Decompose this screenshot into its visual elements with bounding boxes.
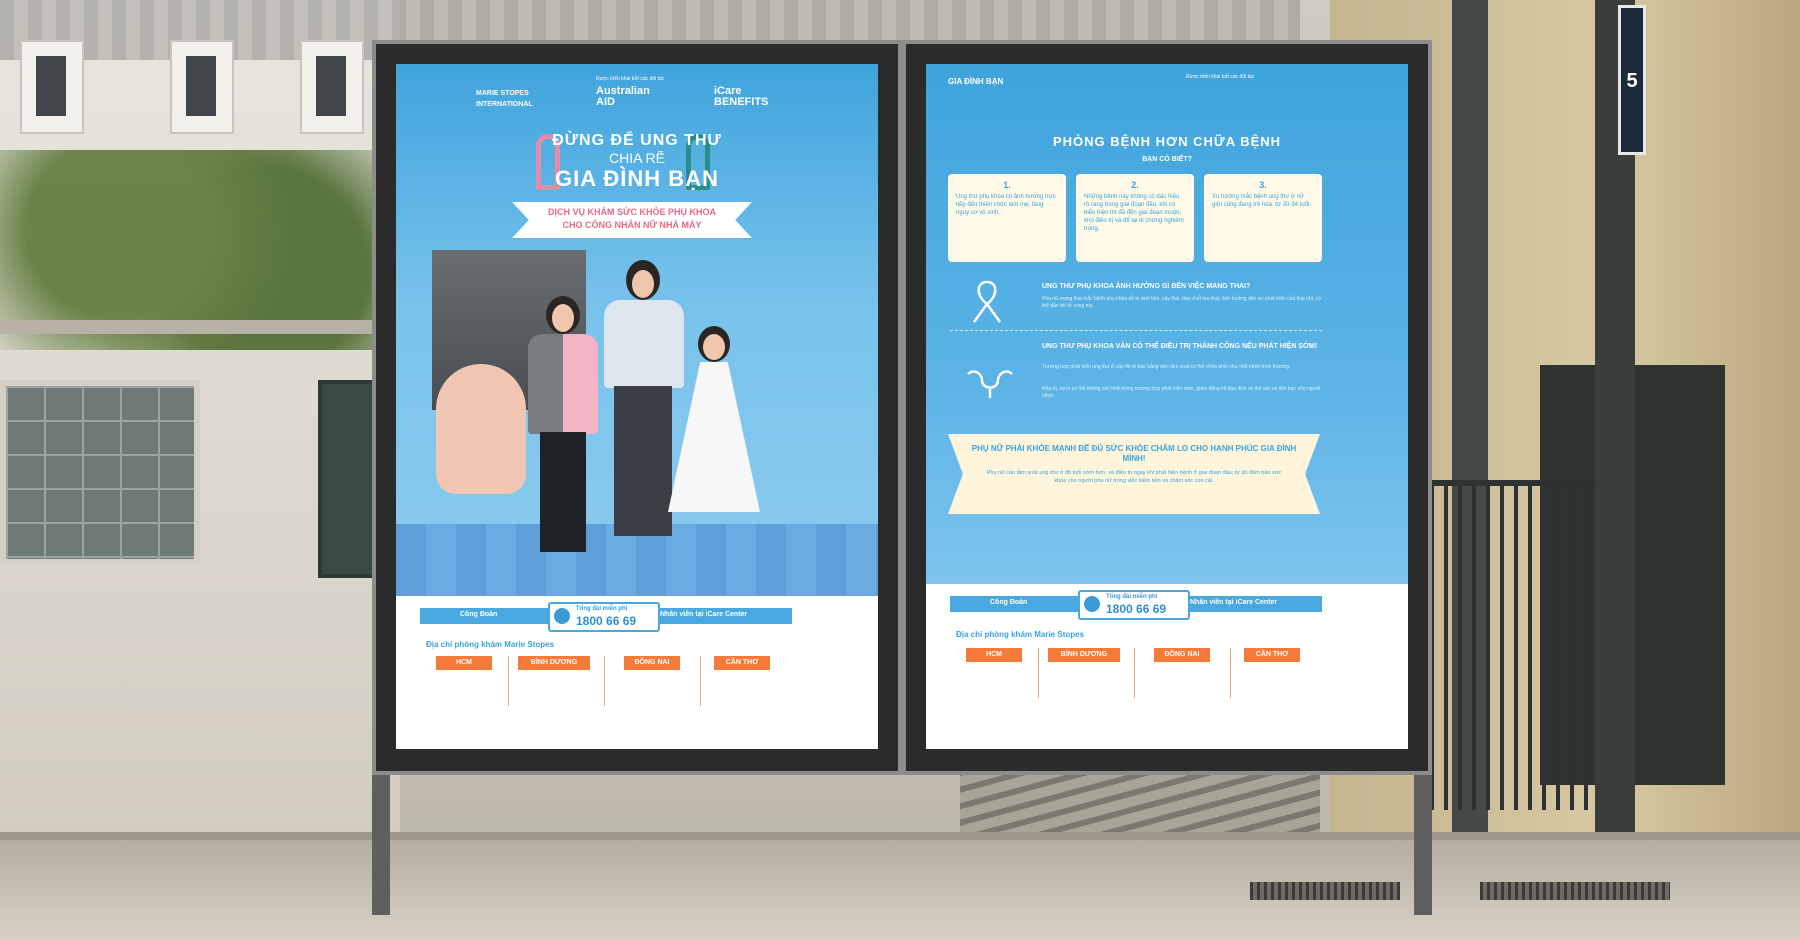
fact-number: 1. bbox=[1003, 180, 1011, 190]
banner-line-2: CHO CÔNG NHÂN NỮ NHÀ MÁY bbox=[562, 220, 702, 230]
outdoor-scene: 5 Được triển khai bởi các đối tác MARIE … bbox=[0, 0, 1800, 940]
drain-grate bbox=[1250, 882, 1400, 900]
icare-staff-label: Nhân viên tại iCare Center bbox=[1190, 599, 1278, 606]
headline-line-2: CHIA RẼ bbox=[608, 150, 665, 166]
column-divider bbox=[604, 656, 605, 706]
did-you-know: BẠN CÓ BIẾT? bbox=[1142, 156, 1192, 163]
column-divider bbox=[508, 656, 509, 706]
fact-card: 2. Những bệnh này không có dấu hiệu rõ r… bbox=[1076, 174, 1194, 262]
left-billboard-frame: Được triển khai bởi các đối tác MARIE ST… bbox=[372, 40, 902, 775]
city-dong-nai: ĐỒNG NAI bbox=[1154, 648, 1210, 662]
billboard-leg bbox=[1414, 775, 1432, 915]
metal-fence bbox=[1430, 480, 1600, 810]
drain-grate bbox=[1480, 882, 1670, 900]
hotline-label: Tổng đài miễn phí bbox=[576, 606, 628, 612]
partner-note: Được triển khai bởi các đối tác bbox=[1186, 74, 1255, 80]
pregnancy-answer: Phụ nữ mang thai mắc bệnh phụ khoa dễ bị… bbox=[1042, 296, 1321, 309]
early-detection-body-2: Hóa trị, xạ trị có thể không cần thiết t… bbox=[1042, 386, 1321, 399]
right-poster: GIA ĐÌNH BẠN Được triển khai bởi các đối… bbox=[926, 64, 1408, 749]
banner-line-1: DỊCH VỤ KHÁM SỨC KHỎE PHỤ KHOA bbox=[548, 207, 716, 217]
partner-note: Được triển khai bởi các đối tác bbox=[596, 76, 665, 82]
section-divider bbox=[950, 330, 1322, 331]
platform-number: 5 bbox=[1626, 70, 1638, 92]
city-dong-nai: ĐỒNG NAI bbox=[624, 656, 680, 670]
uterus-icon bbox=[967, 370, 1013, 398]
partner-logos: Được triển khai bởi các đối tác MARIE ST… bbox=[396, 76, 878, 116]
column-divider bbox=[1038, 648, 1039, 698]
column-divider bbox=[1134, 648, 1135, 698]
early-detection-body-1: Trường hợp phát hiện ung thư ở cấp độ tế… bbox=[1042, 364, 1291, 370]
callout-body: Phụ nữ cần tầm soát ung thư ở độ tuổi sớ… bbox=[986, 470, 1282, 484]
fact-text: Xu hướng mắc bệnh ung thư ở nữ giới cũng… bbox=[1212, 194, 1312, 208]
fact-text: Những bệnh này không có dấu hiệu rõ ràng… bbox=[1084, 194, 1184, 232]
campaign-logo: GIA ĐÌNH BẠN bbox=[948, 77, 1004, 86]
hotline-number: 1800 66 69 bbox=[1106, 602, 1167, 616]
phone-icon bbox=[554, 608, 570, 624]
city-hcm: HCM bbox=[966, 648, 1022, 662]
headline-line-1: ĐỪNG ĐỂ UNG THƯ bbox=[552, 132, 722, 149]
daughter bbox=[668, 326, 760, 512]
holding-hand bbox=[436, 364, 526, 494]
dormer-window bbox=[20, 40, 84, 134]
column-divider bbox=[700, 656, 701, 706]
callout-title: PHỤ NỮ PHẢI KHỎE MẠNH ĐỂ ĐỦ SỨC KHỎE CHĂ… bbox=[971, 444, 1297, 463]
service-banner-text: DỊCH VỤ KHÁM SỨC KHỎE PHỤ KHOA CHO CÔNG … bbox=[512, 206, 752, 232]
city-binh-duong: BÌNH DƯƠNG bbox=[518, 656, 590, 670]
hotline-label: Tổng đài miễn phí bbox=[1106, 594, 1158, 600]
dormer-window bbox=[170, 40, 234, 134]
union-label: Công Đoàn bbox=[460, 611, 498, 618]
city-can-tho: CẦN THƠ bbox=[714, 656, 770, 670]
city-hcm: HCM bbox=[436, 656, 492, 670]
phone-icon bbox=[1084, 596, 1100, 612]
father bbox=[604, 260, 684, 536]
hotline-box: Tổng đài miễn phí 1800 66 69 bbox=[548, 602, 660, 632]
left-poster: Được triển khai bởi các đối tác MARIE ST… bbox=[396, 64, 878, 749]
glass-block-window bbox=[0, 380, 200, 565]
city-can-tho: CẦN THƠ bbox=[1244, 648, 1300, 662]
icare-staff-label: Nhân viên tại iCare Center bbox=[660, 611, 748, 618]
city-binh-duong: BÌNH DƯƠNG bbox=[1048, 648, 1120, 662]
fact-text: Ung thư phụ khoa có ảnh hưởng trực tiếp … bbox=[956, 194, 1056, 216]
fact-card: 1. Ung thư phụ khoa có ảnh hưởng trực ti… bbox=[948, 174, 1066, 262]
hotline-number: 1800 66 69 bbox=[576, 614, 637, 628]
awareness-ribbon-icon bbox=[972, 280, 1002, 323]
headline: ĐỪNG ĐỂ UNG THƯ CHIA RẼ GIA ĐÌNH BẠN bbox=[396, 132, 878, 192]
australian-aid-logo: Australian AID bbox=[596, 85, 650, 108]
fact-number: 3. bbox=[1259, 180, 1267, 190]
early-detection-title: UNG THƯ PHỤ KHOA VẪN CÓ THỂ ĐIỀU TRỊ THÀ… bbox=[1042, 343, 1318, 350]
billboard-leg bbox=[372, 775, 390, 915]
pregnancy-question: UNG THƯ PHỤ KHOA ẢNH HƯỞNG GÌ ĐẾN VIỆC M… bbox=[1042, 283, 1251, 290]
poster-footer: Công Đoàn Nhân viên tại iCare Center Tổn… bbox=[396, 596, 878, 749]
headline-line-3: GIA ĐÌNH BẠN bbox=[555, 166, 719, 191]
hotline-box: Tổng đài miễn phí 1800 66 69 bbox=[1078, 590, 1190, 620]
clinic-address-title: Địa chỉ phòng khám Marie Stopes bbox=[956, 630, 1085, 639]
building-ledge bbox=[0, 320, 380, 334]
dormer-window bbox=[300, 40, 364, 134]
prevention-title: PHÒNG BỆNH HƠN CHỮA BỆNH bbox=[1052, 134, 1282, 149]
poster-footer: Công Đoàn Nhân viên tại iCare Center Tổn… bbox=[926, 584, 1408, 749]
union-label: Công Đoàn bbox=[990, 599, 1028, 606]
marie-stopes-logo: MARIE STOPES INTERNATIONAL bbox=[476, 90, 533, 108]
clinic-address-title: Địa chỉ phòng khám Marie Stopes bbox=[426, 640, 555, 649]
fact-card: 3. Xu hướng mắc bệnh ung thư ở nữ giới c… bbox=[1204, 174, 1322, 262]
icare-logo: iCare BENEFITS bbox=[714, 85, 769, 108]
fact-number: 2. bbox=[1131, 180, 1139, 190]
right-billboard-frame: GIA ĐÌNH BẠN Được triển khai bởi các đối… bbox=[902, 40, 1432, 775]
column-divider bbox=[1230, 648, 1231, 698]
mother bbox=[528, 296, 598, 552]
